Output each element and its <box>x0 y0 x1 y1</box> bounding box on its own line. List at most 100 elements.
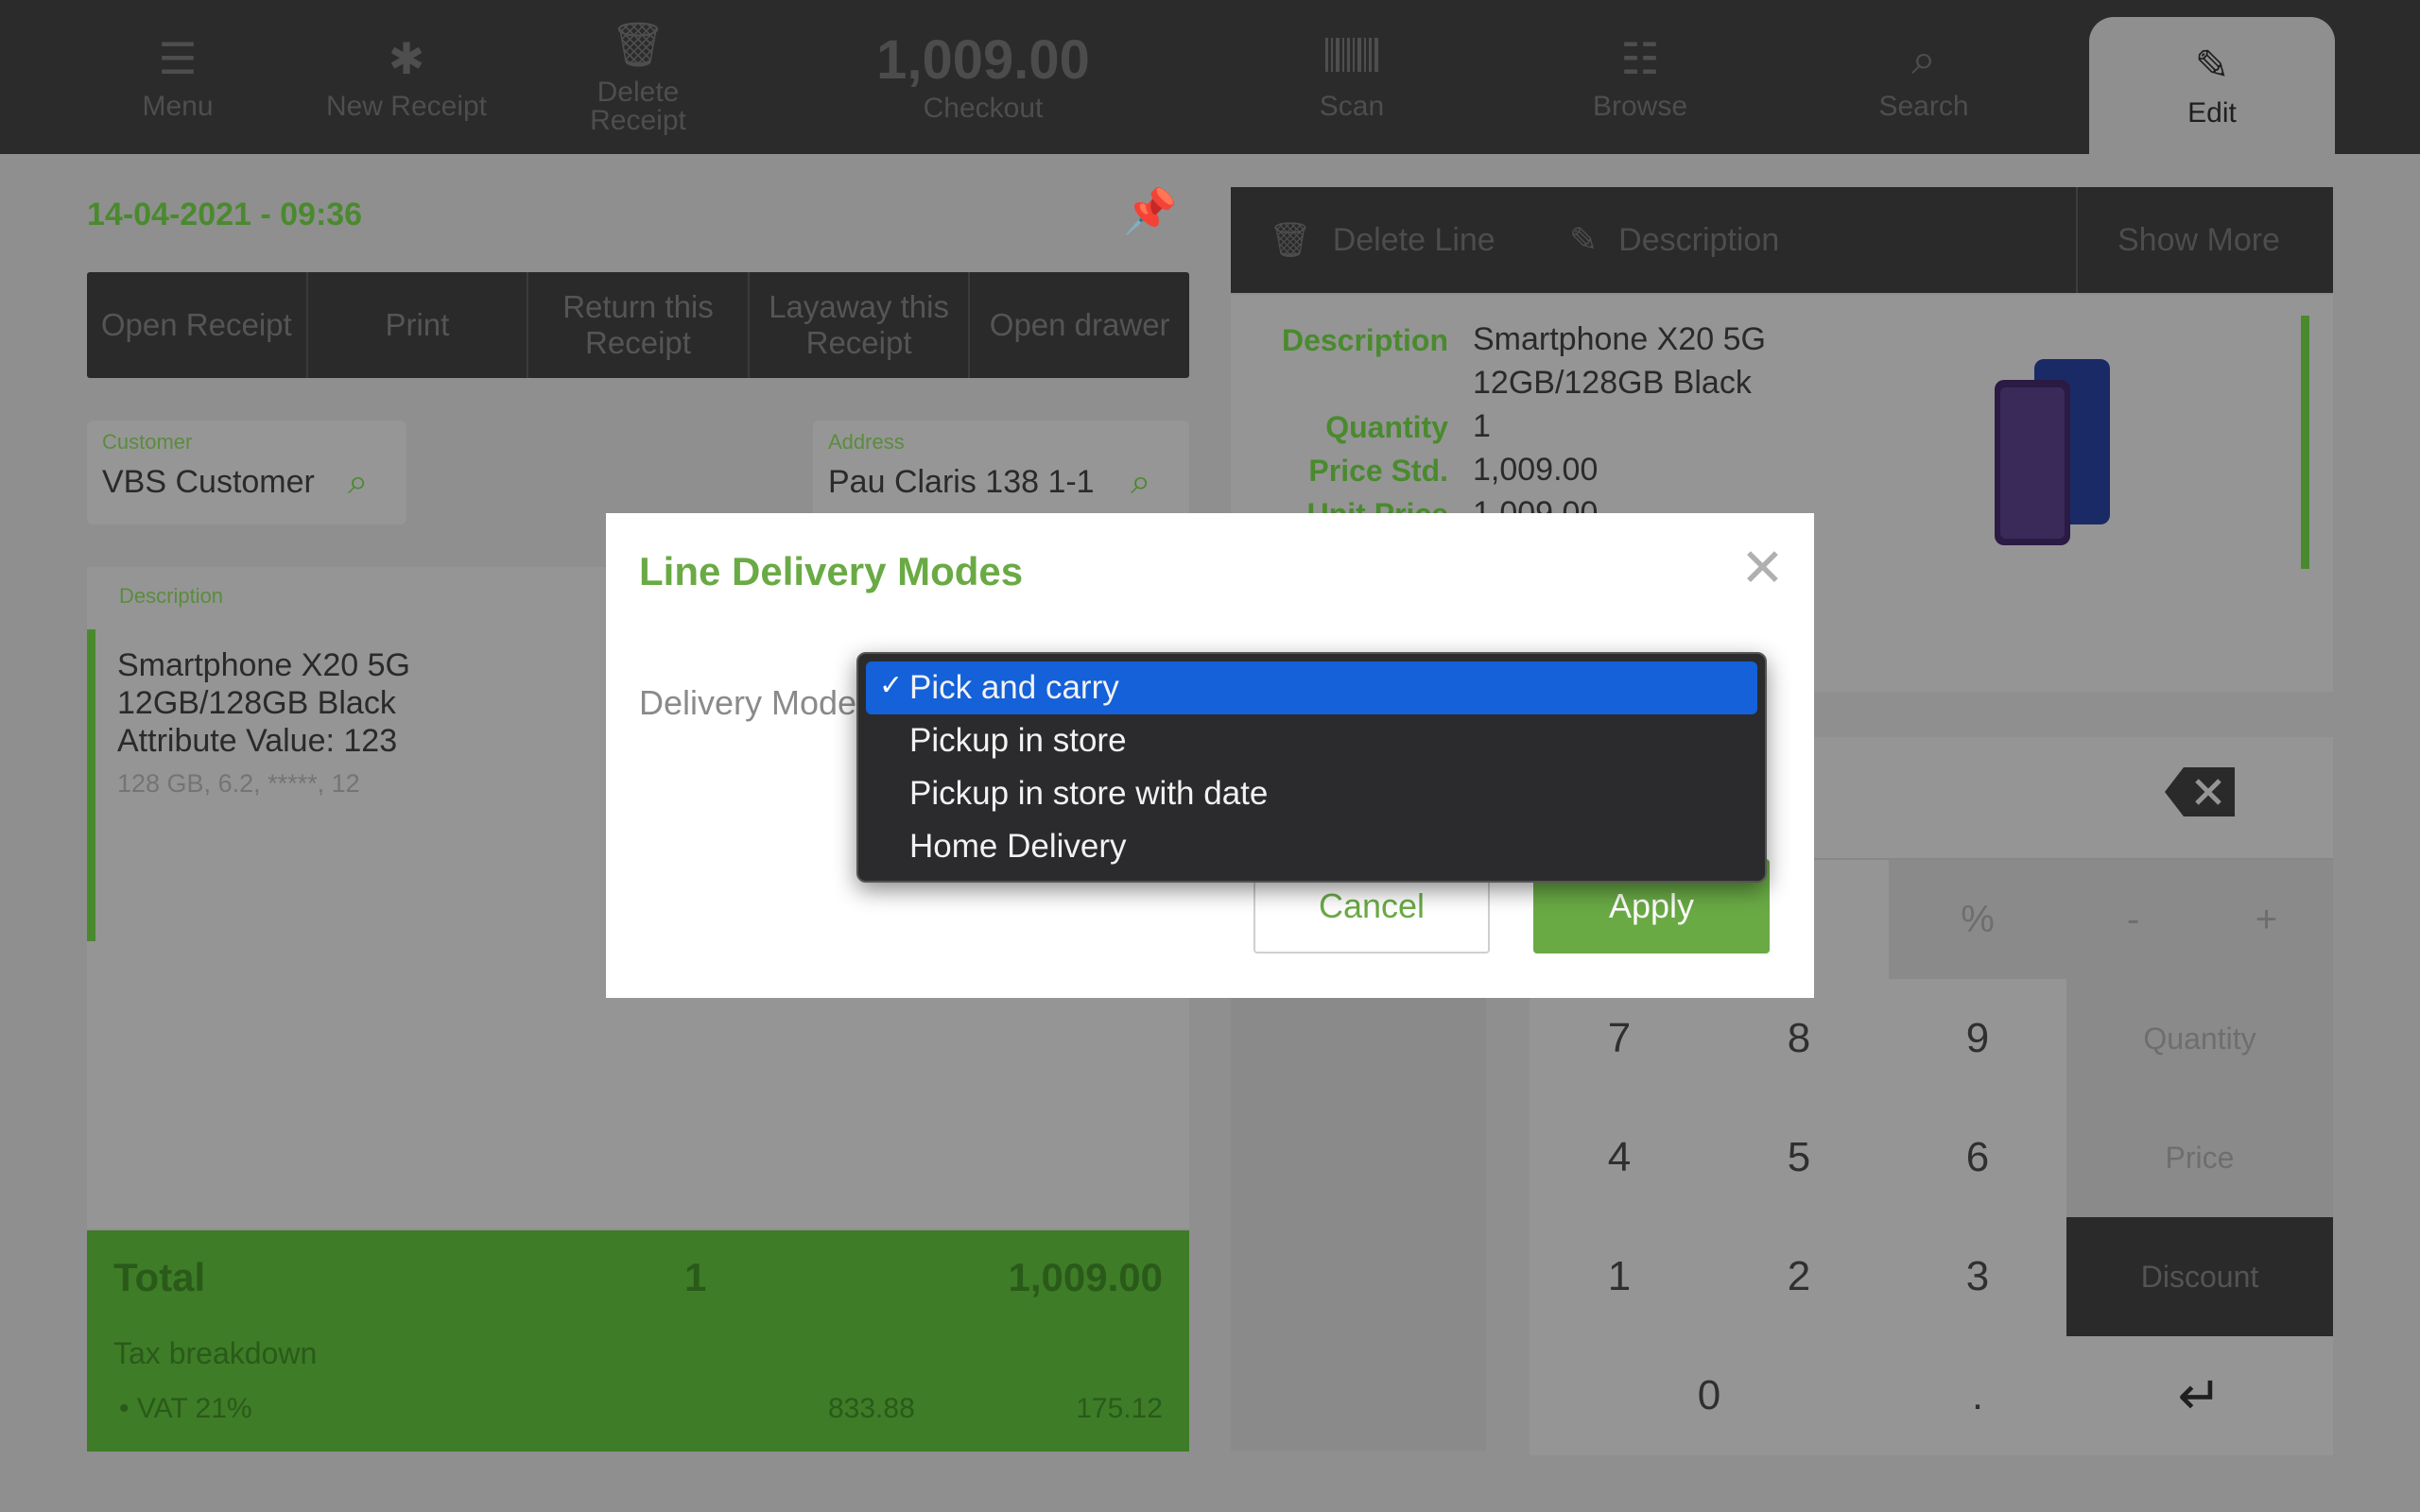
search-label: Search <box>1878 90 1969 122</box>
open-receipt-button[interactable]: Open Receipt <box>87 272 308 378</box>
address-caption: Address <box>828 430 905 454</box>
receipt-line[interactable]: Smartphone X20 5G 12GB/128GB Black Attri… <box>117 646 458 760</box>
digit-1-key[interactable]: 1 <box>1530 1217 1709 1336</box>
divider <box>2076 187 2078 293</box>
digit-3-key[interactable]: 3 <box>1889 1217 2066 1336</box>
pencil-icon: ✎ <box>2194 43 2230 89</box>
edit-tab[interactable]: ✎ Edit <box>2089 17 2335 154</box>
price-std-value: 1,009.00 <box>1473 452 1599 488</box>
trash-icon: 🗑 <box>1269 220 1312 259</box>
backspace-icon[interactable] <box>2163 764 2238 820</box>
show-more-label: Show More <box>2118 221 2280 258</box>
browse-label: Browse <box>1592 90 1688 122</box>
digit-0-key[interactable]: 0 <box>1530 1336 1889 1455</box>
address-field[interactable]: Address Pau Claris 138 1-1 ⌕ <box>813 421 1189 524</box>
customer-value: VBS Customer <box>102 464 315 500</box>
receipt-actions-bar: Open Receipt Print Return this Receipt L… <box>87 272 1189 378</box>
trash-icon: 🗑 <box>610 19 666 69</box>
close-icon[interactable]: ✕ <box>1740 541 1785 594</box>
vat-base: 833.88 <box>828 1393 915 1424</box>
digit-5-key[interactable]: 5 <box>1709 1098 1889 1217</box>
option-pickup-in-store[interactable]: Pickup in store <box>866 714 1757 767</box>
barcode-icon <box>1323 34 1380 87</box>
checkout-label: Checkout <box>923 92 1044 124</box>
option-home-delivery[interactable]: Home Delivery <box>866 820 1757 873</box>
asterisk-icon: ✱ <box>388 33 425 83</box>
digit-9-key[interactable]: 9 <box>1889 979 2066 1098</box>
delete-line-label: Delete Line <box>1332 221 1495 258</box>
minus-key[interactable]: - <box>2066 860 2200 979</box>
menu-button[interactable]: ☰ Menu <box>121 0 234 154</box>
search-icon[interactable]: ⌕ <box>348 462 368 503</box>
vat-amount: 175.12 <box>1076 1393 1163 1424</box>
selected-line-indicator <box>87 629 95 941</box>
total-amount: 1,009.00 <box>1008 1255 1164 1299</box>
checkout-total: 1,009.00 <box>876 28 1090 91</box>
description-value-2: 12GB/128GB Black <box>1473 365 1752 401</box>
scan-label: Scan <box>1319 90 1385 122</box>
receipt-datetime: 14-04-2021 - 09:36 <box>87 197 363 232</box>
details-scroll-indicator[interactable] <box>2301 316 2309 569</box>
pin-icon[interactable]: 📌 <box>1123 185 1177 237</box>
description-label: Description <box>1618 221 1780 258</box>
customer-field[interactable]: Customer VBS Customer ⌕ <box>87 421 406 524</box>
top-toolbar: ☰ Menu ✱ New Receipt 🗑 Delete Receipt 1,… <box>0 0 2420 154</box>
decimal-key[interactable]: . <box>1889 1336 2066 1455</box>
show-more-button[interactable]: Show More <box>2118 187 2280 293</box>
new-receipt-button[interactable]: ✱ New Receipt <box>317 0 496 154</box>
enter-key[interactable]: ↵ <box>2066 1336 2333 1455</box>
digit-4-key[interactable]: 4 <box>1530 1098 1709 1217</box>
percent-key[interactable]: % <box>1889 860 2066 979</box>
search-button[interactable]: ⌕ Search <box>1867 0 1980 154</box>
quantity-value: 1 <box>1473 408 1491 444</box>
option-pickup-in-store-with-date[interactable]: Pickup in store with date <box>866 767 1757 820</box>
totals-bar: Total 1 1,009.00 Tax breakdown • VAT 21%… <box>87 1230 1189 1452</box>
search-icon: ⌕ <box>1911 33 1936 83</box>
vat-line: • VAT 21% <box>119 1393 252 1424</box>
product-image <box>1995 359 2110 545</box>
option-label: Pick and carry <box>909 669 1119 706</box>
delivery-mode-label: Delivery Mode <box>639 683 857 722</box>
return-receipt-button[interactable]: Return this Receipt <box>528 272 750 378</box>
customer-caption: Customer <box>102 430 193 454</box>
option-pick-and-carry[interactable]: ✓ Pick and carry <box>866 662 1757 714</box>
discount-key[interactable]: Discount <box>2066 1217 2333 1336</box>
scan-button[interactable]: Scan <box>1305 0 1399 154</box>
quantity-key: Quantity <box>1325 410 1448 444</box>
price-key[interactable]: Price <box>2066 1098 2333 1217</box>
line-actions-bar: 🗑 Delete Line ✎ Description Show More <box>1231 187 2333 293</box>
new-receipt-label: New Receipt <box>325 90 488 122</box>
option-label: Home Delivery <box>909 828 1127 865</box>
search-icon[interactable]: ⌕ <box>1131 462 1150 503</box>
print-button[interactable]: Print <box>308 272 529 378</box>
description-button[interactable]: ✎ Description <box>1569 187 1779 293</box>
plus-key[interactable]: + <box>2200 860 2333 979</box>
quantity-key[interactable]: Quantity <box>2066 979 2333 1098</box>
item-details: 128 GB, 6.2, *****, 12 <box>117 769 360 798</box>
total-label: Total <box>113 1255 206 1299</box>
open-drawer-button[interactable]: Open drawer <box>970 272 1189 378</box>
dialog-title: Line Delivery Modes <box>639 549 1024 593</box>
option-label: Pickup in store <box>909 722 1127 759</box>
layaway-receipt-button[interactable]: Layaway this Receipt <box>750 272 971 378</box>
total-qty: 1 <box>684 1255 707 1299</box>
checkmark-icon: ✓ <box>879 670 904 701</box>
description-value-1: Smartphone X20 5G <box>1473 321 1766 357</box>
edit-label: Edit <box>2187 97 2237 129</box>
delete-receipt-button[interactable]: 🗑 Delete Receipt <box>567 0 709 154</box>
digit-6-key[interactable]: 6 <box>1889 1098 2066 1217</box>
delivery-mode-dropdown[interactable]: ✓ Pick and carry Pickup in store Pickup … <box>856 652 1767 883</box>
delete-receipt-label: Delete Receipt <box>590 76 686 136</box>
browse-button[interactable]: ☷ Browse <box>1579 0 1702 154</box>
note-edit-icon: ✎ <box>1569 220 1599 259</box>
hamburger-icon: ☰ <box>158 33 198 83</box>
price-std-key: Price Std. <box>1308 454 1448 488</box>
option-label: Pickup in store with date <box>909 775 1269 812</box>
delete-line-button[interactable]: 🗑 Delete Line <box>1269 187 1495 293</box>
tax-breakdown-label: Tax breakdown <box>113 1336 318 1370</box>
digit-2-key[interactable]: 2 <box>1709 1217 1889 1336</box>
list-icon: ☷ <box>1620 33 1660 83</box>
item-name: Smartphone X20 5G 12GB/128GB Black <box>117 647 410 721</box>
address-value: Pau Claris 138 1-1 <box>828 464 1095 500</box>
checkout-button[interactable]: 1,009.00 Checkout <box>832 0 1134 154</box>
